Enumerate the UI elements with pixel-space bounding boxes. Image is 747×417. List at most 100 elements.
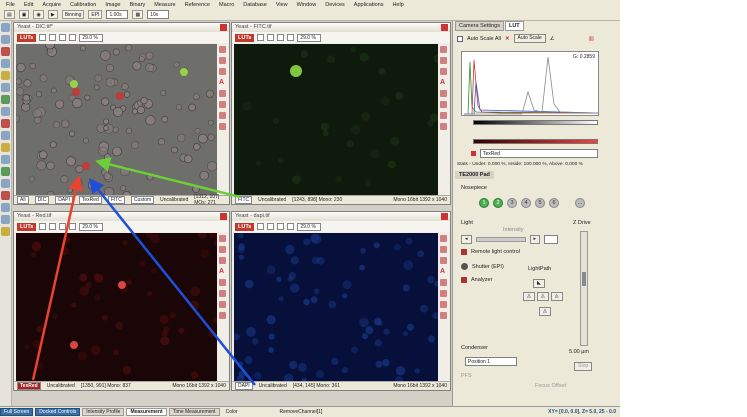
full-screen-button[interactable]: Full Screen: [0, 408, 34, 416]
zoom-in-icon[interactable]: [59, 223, 67, 230]
tool-icon[interactable]: [440, 301, 447, 308]
channel-tab-fitc[interactable]: FITC: [107, 196, 125, 204]
doc-window-red[interactable]: Yeast - Red.tif LUTs 29.0 % A TexRed Unc…: [13, 211, 230, 391]
zoom-field[interactable]: 29.0 %: [297, 33, 322, 42]
text-icon[interactable]: A: [219, 268, 226, 275]
channel-tab-texred[interactable]: TexRed: [17, 382, 41, 390]
nosepiece-more-button[interactable]: …: [575, 198, 585, 208]
zoom-tool-icon[interactable]: [1, 35, 10, 44]
tool-icon[interactable]: [219, 246, 226, 253]
line-tool-icon[interactable]: [1, 59, 10, 68]
luts-button[interactable]: LUTs: [17, 33, 37, 42]
camera-icon[interactable]: ◉: [33, 10, 44, 19]
luts-button[interactable]: LUTs: [17, 222, 37, 231]
menu-help[interactable]: Help: [392, 2, 403, 8]
nosepiece-button-3[interactable]: 3: [507, 198, 517, 208]
intensity-slider[interactable]: [475, 237, 526, 242]
intensity-decrease-button[interactable]: ◂: [461, 235, 472, 244]
pan-tool-icon[interactable]: [1, 71, 10, 80]
nosepiece-button-2[interactable]: 2: [493, 198, 503, 208]
luts-button[interactable]: LUTs: [235, 33, 255, 42]
close-icon[interactable]: [220, 213, 227, 220]
close-icon[interactable]: [220, 24, 227, 31]
circle-tool-icon[interactable]: [1, 179, 10, 188]
menu-edit[interactable]: Edit: [24, 2, 33, 8]
tool-icon[interactable]: [219, 279, 226, 286]
channel-tab-texred[interactable]: TexRed: [78, 196, 102, 204]
menu-window[interactable]: Window: [297, 2, 317, 8]
profile-tool-icon[interactable]: [1, 167, 10, 176]
condenser-select[interactable]: Position 1: [465, 357, 517, 366]
tool-icon[interactable]: [219, 123, 226, 130]
menu-devices[interactable]: Devices: [325, 2, 345, 8]
lightpath-eye-button[interactable]: ◣: [533, 279, 545, 288]
nosepiece-button-4[interactable]: 4: [521, 198, 531, 208]
zoom-in-icon[interactable]: [59, 34, 67, 41]
fill-tool-icon[interactable]: [1, 203, 10, 212]
grid-icon[interactable]: [267, 223, 275, 230]
lut-gradient-bar[interactable]: [473, 120, 598, 125]
pointer-tool-icon[interactable]: [1, 23, 10, 32]
tool-icon[interactable]: [219, 101, 226, 108]
doc-window-fitc[interactable]: Yeast - FITC.tif LUTs 29.0 % A FITC Unca…: [231, 22, 451, 205]
intensity-increase-button[interactable]: ▸: [529, 235, 541, 244]
channel-tab-dic[interactable]: DIC: [34, 196, 50, 204]
close-icon[interactable]: [441, 24, 448, 31]
tool-icon[interactable]: [219, 68, 226, 75]
tool-icon[interactable]: [219, 90, 226, 97]
zoom-in-icon[interactable]: [277, 34, 285, 41]
exposure-select[interactable]: 1.00s: [106, 10, 129, 19]
zdrive-slider[interactable]: [580, 231, 588, 346]
angle-tool-icon[interactable]: [1, 155, 10, 164]
grid-icon[interactable]: [49, 223, 57, 230]
channel-select[interactable]: TexRed: [480, 149, 598, 158]
shutter-icon[interactable]: [461, 263, 468, 270]
zoom-field[interactable]: 29.0 %: [297, 222, 322, 231]
tool-icon[interactable]: [219, 301, 226, 308]
tool-icon[interactable]: [219, 235, 226, 242]
grid-icon[interactable]: [49, 34, 57, 41]
tool-icon[interactable]: [440, 279, 447, 286]
intensity-profile-tab[interactable]: Intensity Profile: [82, 408, 125, 416]
lightpath-port-4-button[interactable]: ◬: [539, 307, 551, 316]
tool-icon[interactable]: [219, 57, 226, 64]
tool-icon[interactable]: [440, 123, 447, 130]
tool-icon[interactable]: [440, 246, 447, 253]
zoom-out-icon[interactable]: [69, 34, 77, 41]
lightpath-port-1-button[interactable]: ◬: [523, 292, 535, 301]
auto-scale-all-checkbox[interactable]: [457, 35, 463, 42]
analyzer-icon[interactable]: [461, 277, 467, 283]
nosepiece-button-5[interactable]: 5: [535, 198, 545, 208]
roi-tool-icon[interactable]: [1, 47, 10, 56]
tool-icon[interactable]: [440, 312, 447, 319]
tool-icon[interactable]: [440, 46, 447, 53]
image-dapi[interactable]: [234, 233, 438, 381]
epi-button[interactable]: EPI: [88, 10, 103, 19]
image-red[interactable]: [16, 233, 217, 381]
menu-binary[interactable]: Binary: [130, 2, 146, 8]
tool-icon[interactable]: [440, 101, 447, 108]
docked-controls-button[interactable]: Docked Controls: [35, 408, 81, 416]
tab-camera-settings[interactable]: Camera Settings: [455, 21, 504, 31]
text-icon[interactable]: A: [219, 79, 226, 86]
stamp-tool-icon[interactable]: [1, 215, 10, 224]
open-icon[interactable]: ▤: [4, 10, 15, 19]
zoom-field[interactable]: 29.0 %: [79, 222, 104, 231]
objective-select[interactable]: 10x: [147, 10, 170, 19]
count-tool-icon[interactable]: [1, 143, 10, 152]
lightpath-port-2-button[interactable]: ◬: [536, 292, 549, 301]
menu-image[interactable]: Image: [105, 2, 120, 8]
tool-icon[interactable]: [219, 257, 226, 264]
menu-calibration[interactable]: Calibration: [70, 2, 96, 8]
close-icon[interactable]: [441, 213, 448, 220]
image-fitc[interactable]: [234, 44, 438, 195]
live-icon[interactable]: ▶: [47, 10, 58, 19]
channel-tab-all[interactable]: All: [17, 196, 29, 204]
lightpath-port-3-button[interactable]: ◬: [550, 292, 563, 301]
luts-button[interactable]: LUTs: [235, 222, 255, 231]
fit-icon[interactable]: [257, 223, 265, 230]
tool-icon[interactable]: [440, 68, 447, 75]
fit-icon[interactable]: [257, 34, 265, 41]
tool-icon[interactable]: [440, 57, 447, 64]
grid-icon[interactable]: ▦: [132, 10, 144, 19]
